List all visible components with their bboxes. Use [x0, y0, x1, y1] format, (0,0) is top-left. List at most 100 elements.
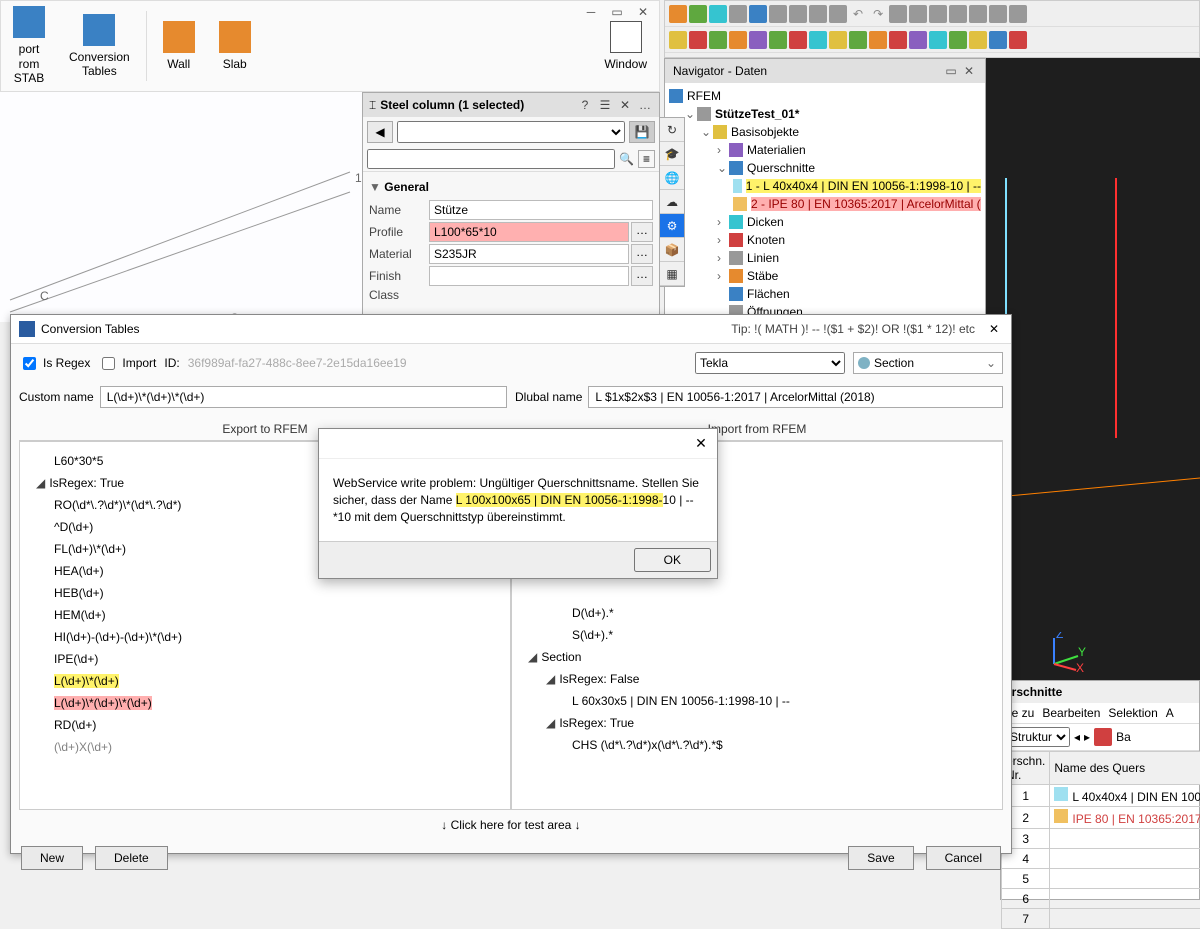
checkbox[interactable] [23, 357, 36, 370]
help-icon[interactable]: ? [577, 97, 593, 113]
profile-input[interactable] [429, 222, 629, 242]
nav-select[interactable] [397, 121, 625, 143]
toolbar-icon[interactable] [889, 31, 907, 49]
is-regex-check[interactable]: Is Regex [19, 354, 90, 373]
filter-icon[interactable]: ≡ [638, 150, 655, 168]
ribbon-conversion-tables[interactable]: Conversion Tables [57, 10, 142, 83]
list-item[interactable]: (\d+)X(\d+) [26, 736, 504, 758]
chevron-down-icon[interactable]: ⌄ [685, 107, 697, 121]
name-input[interactable] [429, 200, 653, 220]
cell[interactable] [1050, 869, 1200, 889]
close-icon[interactable]: ✕ [631, 3, 655, 21]
toolbar-icon[interactable] [829, 31, 847, 49]
finish-input[interactable] [429, 266, 629, 286]
delete-button[interactable]: Delete [95, 846, 168, 870]
toolbar-icon[interactable] [709, 5, 727, 23]
cancel-button[interactable]: Cancel [926, 846, 1001, 870]
navigator-tree[interactable]: RFEM ⌄StützeTest_01* ⌄Basisobjekte ›Mate… [665, 83, 985, 325]
toolbar-icon[interactable] [689, 31, 707, 49]
ribbon-wall[interactable]: Wall [151, 17, 207, 75]
section-icon[interactable] [1094, 728, 1112, 746]
side-btn[interactable]: ↻ [660, 118, 684, 142]
toolbar-icon[interactable] [869, 31, 887, 49]
toolbar-icon[interactable] [789, 31, 807, 49]
toolbar-icon[interactable] [749, 5, 767, 23]
list-item[interactable]: L 60x30x5 | DIN EN 10056-1:1998-10 | -- [518, 690, 996, 712]
list-group[interactable]: ◢ Section [518, 646, 996, 668]
cell[interactable] [1050, 849, 1200, 869]
toolbar-save-icon[interactable] [769, 5, 787, 23]
tree-basis[interactable]: Basisobjekte [731, 125, 799, 139]
toolbar-icon[interactable] [749, 31, 767, 49]
col-header[interactable]: Name des Quers [1050, 752, 1200, 785]
redo-icon[interactable]: ↷ [873, 7, 883, 21]
chevron-down-icon[interactable]: ⌄ [980, 356, 1002, 370]
list-item[interactable]: RD(\d+) [26, 714, 504, 736]
tree-quer[interactable]: Querschnitte [747, 161, 815, 175]
list-item[interactable]: L(\d+)\*(\d+)\*(\d+) [26, 692, 504, 714]
toolbar-icon[interactable] [769, 31, 787, 49]
section-header[interactable]: General [384, 180, 429, 194]
tree-knoten[interactable]: Knoten [747, 233, 785, 247]
list-item[interactable]: CHS (\d*\.?\d*)x(\d*\.?\d*).*$ [518, 734, 996, 756]
list-item[interactable]: IPE(\d+) [26, 648, 504, 670]
struktur-select[interactable]: Struktur [1005, 727, 1070, 747]
side-btn-settings[interactable]: ⚙ [660, 214, 684, 238]
tree-q1[interactable]: 1 - L 40x40x4 | DIN EN 10056-1:1998-10 |… [746, 179, 981, 193]
list-item[interactable]: S(\d+).* [518, 624, 996, 646]
menu-item[interactable]: Bearbeiten [1042, 706, 1100, 720]
close-icon[interactable]: ✕ [617, 97, 633, 113]
maximize-icon[interactable]: ▭ [605, 3, 629, 21]
toolbar-icon[interactable] [849, 31, 867, 49]
dock-icon[interactable]: ▭ [943, 63, 959, 79]
toolbar-icon[interactable] [909, 31, 927, 49]
list-item[interactable]: HI(\d+)-(\d+)-(\d+)\*(\d+) [26, 626, 504, 648]
cell[interactable] [1050, 829, 1200, 849]
tree-dicken[interactable]: Dicken [747, 215, 784, 229]
close-icon[interactable]: ✕ [961, 63, 977, 79]
tree-staebe[interactable]: Stäbe [747, 269, 778, 283]
cell[interactable]: L 40x40x4 | DIN EN 100 [1050, 785, 1200, 807]
toolbar-icon[interactable] [1009, 31, 1027, 49]
ribbon-window[interactable]: Window [592, 17, 659, 75]
minimize-icon[interactable]: ─ [579, 3, 603, 21]
toolbar-icon[interactable] [969, 31, 987, 49]
checkbox[interactable] [102, 357, 115, 370]
toolbar-icon[interactable] [949, 31, 967, 49]
menu-item[interactable]: Selektion [1108, 706, 1157, 720]
save-button[interactable]: Save [848, 846, 913, 870]
close-icon[interactable]: ✕ [985, 322, 1003, 336]
menu-item[interactable]: A [1166, 706, 1174, 720]
tree-flaechen[interactable]: Flächen [747, 287, 790, 301]
import-check[interactable]: Import [98, 354, 156, 373]
toolbar-icon[interactable] [669, 31, 687, 49]
browse-button[interactable]: … [631, 244, 653, 264]
more-icon[interactable]: … [637, 97, 653, 113]
material-input[interactable] [429, 244, 629, 264]
toolbar-icon[interactable] [729, 31, 747, 49]
tree-root[interactable]: RFEM [687, 89, 721, 103]
next-icon[interactable]: ▸ [1084, 730, 1090, 744]
tree-mat[interactable]: Materialien [747, 143, 806, 157]
side-btn[interactable]: ▦ [660, 262, 684, 286]
undo-icon[interactable]: ↶ [853, 7, 863, 21]
save-icon[interactable]: 💾 [629, 121, 655, 143]
toolbar-icon[interactable] [969, 5, 987, 23]
prev-button[interactable]: ◀ [367, 121, 393, 143]
type-select[interactable]: Section [874, 356, 914, 370]
ribbon-import-rstab[interactable]: port rom STAB [1, 2, 57, 89]
toolbar-icon[interactable] [889, 5, 907, 23]
chevron-right-icon[interactable]: › [717, 233, 729, 247]
cell[interactable]: 6 [1002, 889, 1050, 909]
chevron-right-icon[interactable]: › [717, 269, 729, 283]
cell[interactable]: 7 [1002, 909, 1050, 929]
dlubal-name-input[interactable] [588, 386, 1003, 408]
toolbar-icon[interactable] [1009, 5, 1027, 23]
chevron-down-icon[interactable]: ⌄ [717, 161, 729, 175]
3d-viewport[interactable]: Z Y X [986, 58, 1200, 680]
toolbar-icon[interactable] [989, 31, 1007, 49]
ribbon-slab[interactable]: Slab [207, 17, 263, 75]
chevron-right-icon[interactable]: › [717, 143, 729, 157]
side-btn[interactable]: 🎓 [660, 142, 684, 166]
toolbar-icon[interactable] [949, 5, 967, 23]
